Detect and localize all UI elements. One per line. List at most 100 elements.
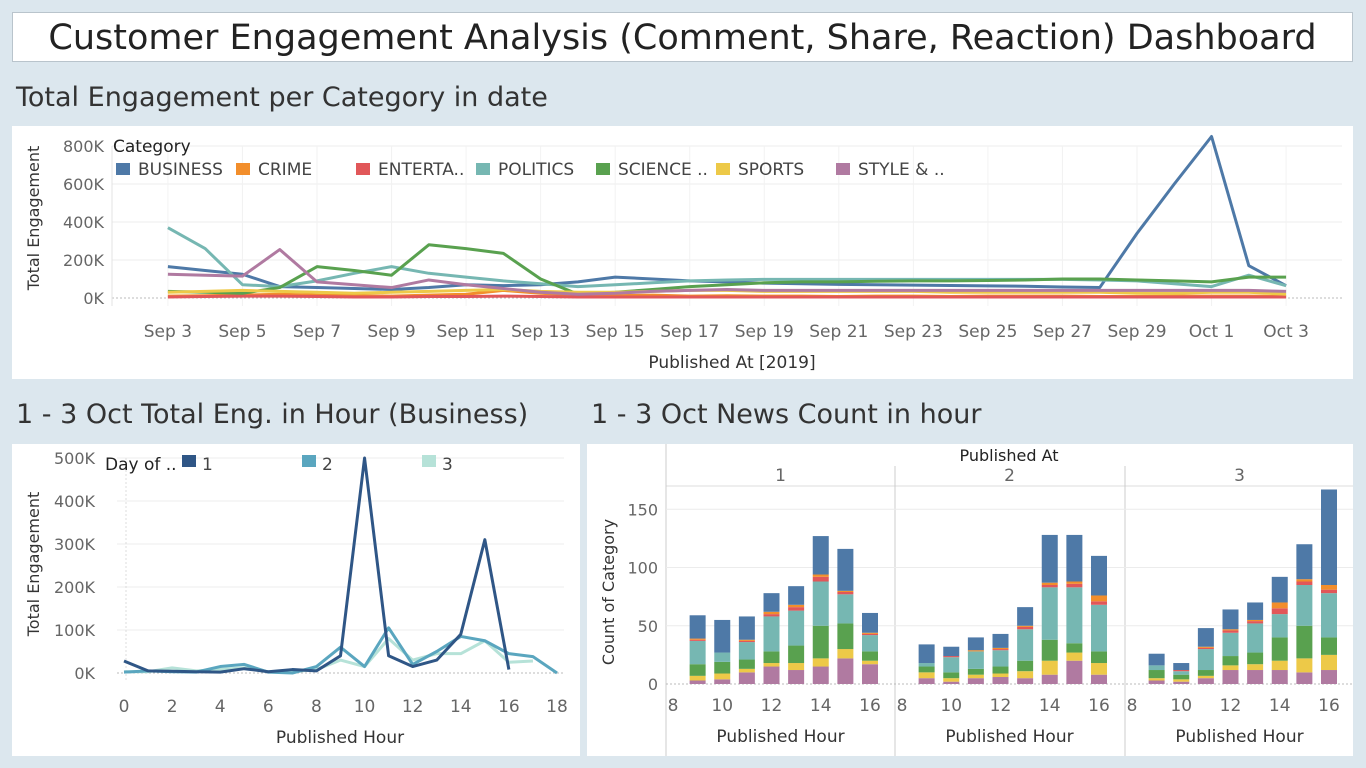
bar-segment (862, 651, 878, 661)
bar-segment (1271, 608, 1288, 615)
bar-segment (1197, 647, 1214, 650)
bar-segment (812, 666, 829, 684)
y-axis-title: Total Engagement (24, 146, 43, 292)
bar-segment (1017, 607, 1034, 626)
bar-segment (1197, 678, 1214, 684)
bar-segment (862, 664, 878, 684)
x-tick-label: 14 (810, 696, 832, 716)
bar-segment (1091, 651, 1107, 664)
bar-segment (1091, 555, 1107, 596)
series-line-politics (167, 226, 1287, 289)
bar-segment (1321, 654, 1337, 671)
legend-label: CRIME (258, 160, 312, 180)
bar-segment (1321, 637, 1337, 655)
bar-segment (943, 681, 960, 684)
y-tick-label: 0K (83, 289, 104, 308)
x-tick-label: 10 (940, 696, 962, 716)
bar-segment (1271, 614, 1288, 638)
legend-swatch (356, 163, 370, 175)
legend-swatch (716, 163, 730, 175)
bar-segment (837, 591, 854, 595)
legend-swatch (182, 455, 196, 467)
bar-segment (689, 640, 706, 665)
bar-segment (1247, 623, 1264, 653)
category-trend-panel: 0K 200K 400K 600K 800K Sep 3 Sep 5 Sep 7 Sep 9 Se… (12, 126, 1353, 379)
bar-segment (1321, 585, 1337, 590)
bar-segment (992, 666, 1009, 674)
bar-segment (689, 615, 706, 639)
legend-label: ENTERTA.. (378, 160, 464, 180)
bar-segment (1247, 602, 1264, 620)
bar-segment (738, 616, 755, 640)
bar-segment (1017, 625, 1034, 627)
bar-segment (1173, 674, 1190, 680)
bar-segment (1173, 671, 1190, 675)
bar-segment (967, 637, 984, 651)
x-tick-label: Oct 1 (1189, 322, 1235, 342)
facet-label: 3 (1234, 466, 1245, 486)
bar-segment (1066, 652, 1083, 661)
x-tick-label: Sep 23 (884, 322, 943, 342)
x-tick-label: 12 (1220, 696, 1242, 716)
bar-segment (1247, 621, 1264, 624)
bar-segment (1222, 665, 1239, 671)
dashboard-title: Customer Engagement Analysis (Comment, S… (48, 18, 1317, 58)
facet-title: Published At (959, 446, 1058, 465)
bar-segment (763, 614, 780, 617)
bar-segment (1222, 656, 1239, 666)
bar-segment (1066, 534, 1083, 582)
bar-segment (1271, 670, 1288, 684)
x-tick-label: 14 (1039, 696, 1061, 716)
bar-segment (1041, 587, 1058, 640)
business-hour-panel: 0K 100K 200K 300K 400K 500K 0 2 4 6 8 10 12 14 16 18 Pub… (12, 444, 580, 756)
x-tick-label: 0 (119, 697, 130, 717)
bar-segment (1066, 583, 1083, 588)
bar-segment (992, 649, 1009, 651)
bar-segment (918, 644, 935, 664)
x-tick-label: Sep 17 (660, 322, 719, 342)
bar-segment (714, 673, 731, 680)
bar-segment (1222, 629, 1239, 631)
legend-label: BUSINESS (138, 160, 223, 180)
bar-segment (862, 633, 878, 636)
y-tick-label: 800K (63, 137, 105, 156)
bar-segment (992, 633, 1009, 648)
legend-swatch (302, 455, 316, 467)
x-axis-title: Published Hour (276, 728, 404, 748)
bar-segment (1321, 670, 1337, 684)
x-tick-label: 12 (761, 696, 783, 716)
bar-segment (788, 610, 805, 646)
x-tick-label: 10 (354, 697, 376, 717)
legend-label: 2 (322, 455, 333, 475)
x-tick-label: 2 (167, 697, 178, 717)
bar-segment (992, 647, 1009, 650)
bar-segment (788, 663, 805, 671)
bar-segment (1091, 674, 1107, 684)
bar-segment (812, 576, 829, 582)
bar-segment (1148, 653, 1165, 666)
bar-segment (943, 656, 960, 658)
x-tick-label: 8 (897, 696, 908, 716)
x-axis-title: Published Hour (716, 727, 844, 747)
bar-segment (967, 651, 984, 669)
bar-segment (918, 663, 935, 667)
bar-segment (992, 650, 1009, 667)
series-line-enterta- (167, 294, 1287, 299)
bar-segment (1247, 652, 1264, 665)
bar-segment (763, 611, 780, 615)
legend-title: Category (113, 137, 191, 157)
legend-label: STYLE & .. (858, 160, 945, 180)
bar-segment (967, 668, 984, 675)
facet-label: 1 (775, 466, 786, 486)
x-tick-label: 16 (1088, 696, 1110, 716)
x-tick-label: 4 (215, 697, 226, 717)
x-tick-label: Sep 19 (735, 322, 794, 342)
bar-segment (1148, 680, 1165, 684)
x-tick-label: 8 (311, 697, 322, 717)
x-tick-label: Sep 5 (218, 322, 266, 342)
y-tick-label: 100K (54, 621, 96, 640)
bar-segment (1296, 579, 1313, 582)
bar-segment (812, 658, 829, 667)
x-tick-label: Sep 15 (586, 322, 645, 342)
bar-segment (1271, 660, 1288, 671)
